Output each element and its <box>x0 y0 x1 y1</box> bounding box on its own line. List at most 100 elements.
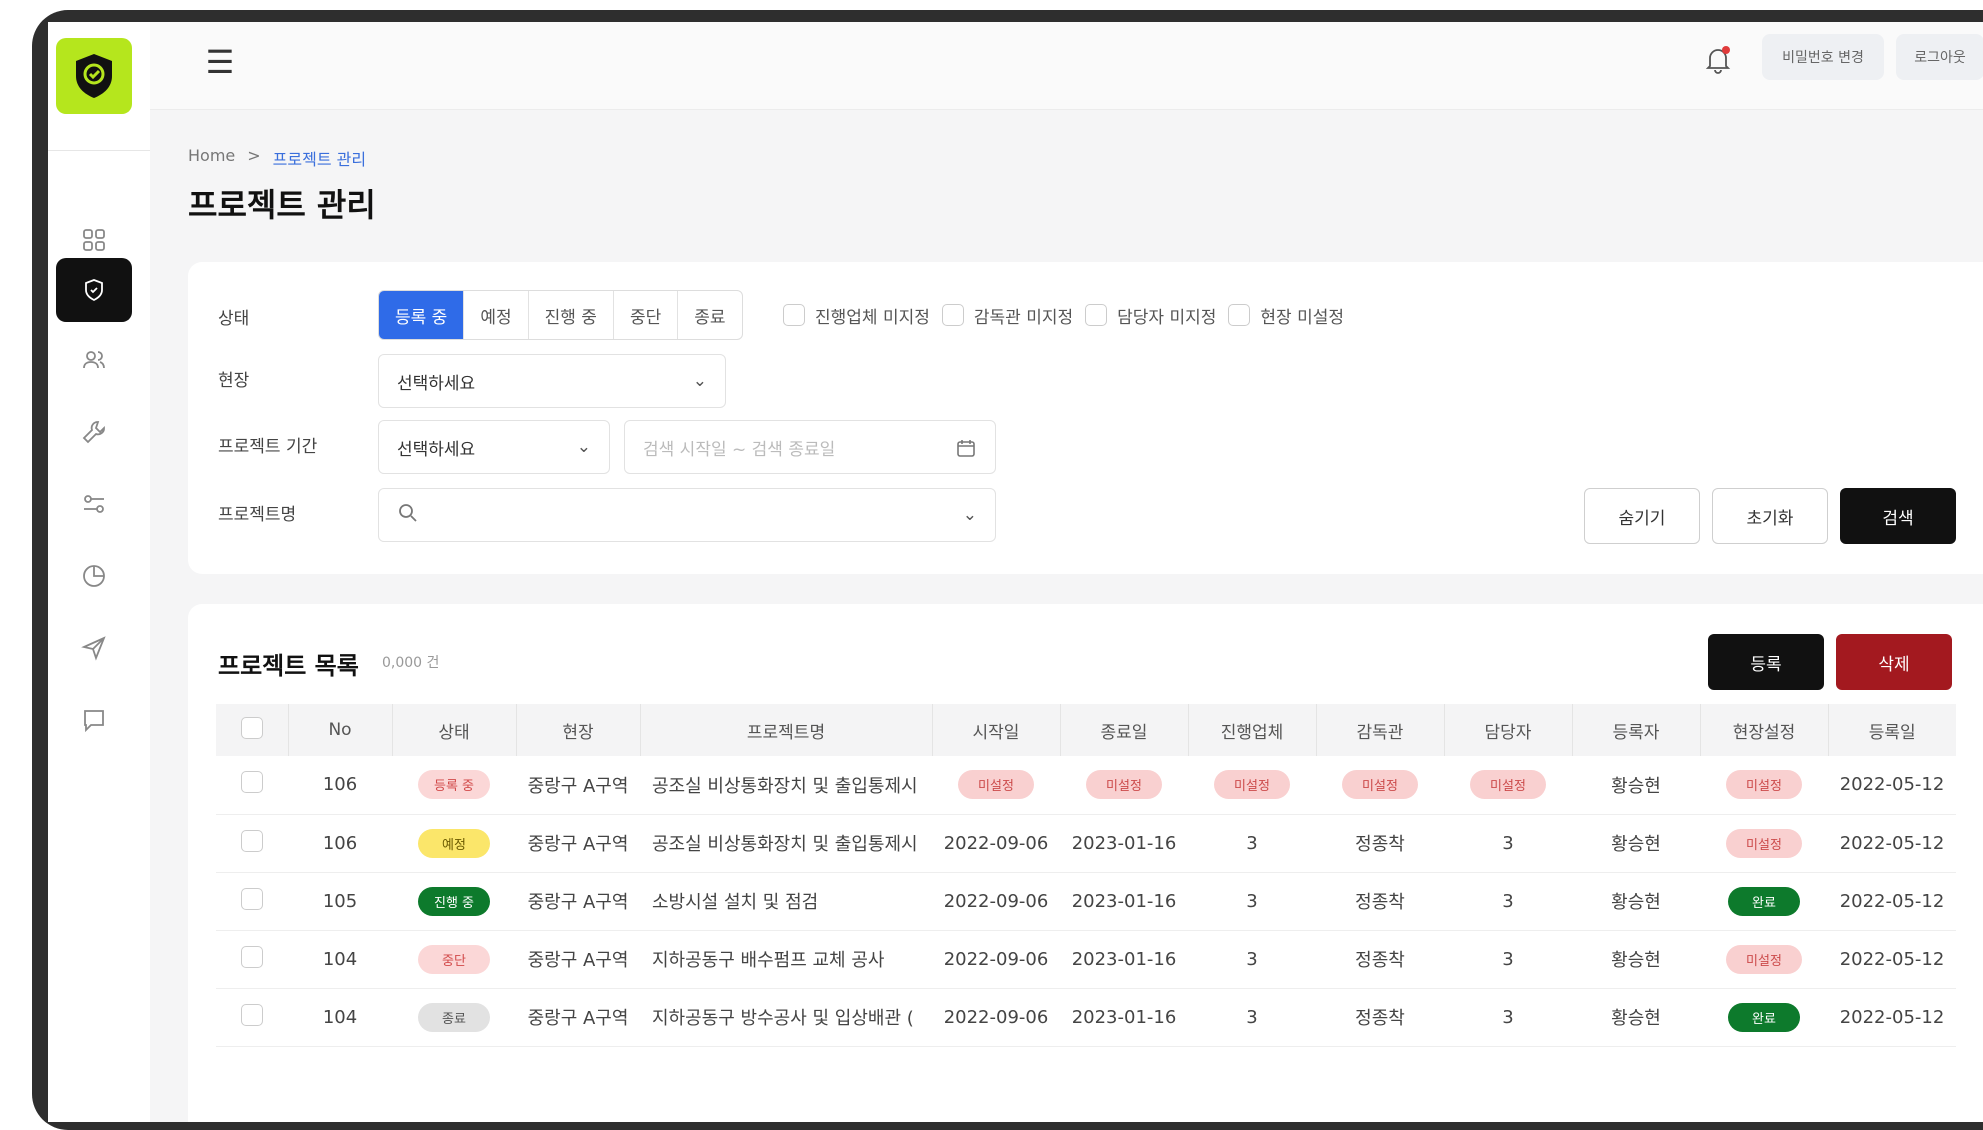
cell-text: 정종착 <box>1355 834 1405 855</box>
send-icon <box>81 636 106 661</box>
app-logo[interactable] <box>56 38 132 114</box>
status-option-finished[interactable]: 종료 <box>678 291 741 339</box>
cell-registrant: 황승현 <box>1572 872 1700 931</box>
unset-badge: 미설정 <box>1470 770 1546 800</box>
cell-no: 106 <box>288 756 392 815</box>
notification-bell-icon[interactable] <box>1698 40 1738 80</box>
hamburger-menu-icon[interactable]: ☰ <box>196 38 244 86</box>
unset-badge: 미설정 <box>1086 770 1162 800</box>
column-header[interactable]: 프로젝트명 <box>640 704 933 756</box>
nav-settings[interactable] <box>56 472 132 536</box>
nav-users[interactable] <box>56 328 132 392</box>
column-header[interactable]: 상태 <box>392 704 517 756</box>
status-option-in-progress[interactable]: 진행 중 <box>529 291 614 339</box>
hide-button[interactable]: 숨기기 <box>1584 488 1700 544</box>
breadcrumb-current[interactable]: 프로젝트 관리 <box>273 146 366 170</box>
date-range-input[interactable]: 검색 시작일 ~ 검색 종료일 <box>624 420 996 474</box>
checkbox-box[interactable] <box>783 304 805 326</box>
reset-button[interactable]: 초기화 <box>1712 488 1828 544</box>
cell-site: 중랑구 A구역 <box>516 756 640 815</box>
row-select-cell[interactable] <box>216 872 288 931</box>
cell-status: 등록 중 <box>392 756 516 815</box>
cell-text: 3 <box>1502 832 1514 854</box>
date-range-placeholder: 검색 시작일 ~ 검색 종료일 <box>643 439 836 460</box>
nav-messages[interactable] <box>56 616 132 680</box>
project-list-panel: 프로젝트 목록 0,000 건 등록 삭제 No 상태 현장 프로젝트명 시작일… <box>188 604 1983 1122</box>
column-header[interactable]: 등록일 <box>1828 704 1956 756</box>
nav-statistics[interactable] <box>56 544 132 608</box>
site-select[interactable]: 선택하세요 ⌄ <box>378 354 726 408</box>
row-checkbox[interactable] <box>241 771 263 794</box>
checkbox-box[interactable] <box>1228 304 1251 326</box>
calendar-icon[interactable] <box>955 437 977 464</box>
checkbox-no-site[interactable]: 현장 미설정 <box>1228 303 1344 328</box>
checkbox-box[interactable] <box>941 304 964 326</box>
pie-chart-icon <box>83 565 105 587</box>
row-select-cell[interactable] <box>216 756 288 815</box>
row-select-cell[interactable] <box>216 930 288 989</box>
cell-project-name[interactable]: 지하공동구 방수공사 및 입상배관 ( <box>640 988 932 1047</box>
row-checkbox[interactable] <box>241 945 263 968</box>
column-header[interactable]: 현장 <box>516 704 641 756</box>
checkbox-no-vendor[interactable]: 진행업체 미지정 <box>783 303 930 328</box>
cell-start: 2022-09-06 <box>932 872 1060 931</box>
table-row[interactable]: 106 예정 중랑구 A구역 공조실 비상통화장치 및 출입통제시 2022-0… <box>216 814 1956 873</box>
row-checkbox[interactable] <box>241 1003 263 1026</box>
checkbox-label: 진행업체 미지정 <box>815 307 930 328</box>
status-option-registering[interactable]: 등록 중 <box>379 291 465 339</box>
filter-panel: 상태 등록 중 예정 진행 중 중단 종료 진행업체 미지정 감독관 미지정 담… <box>188 262 1983 574</box>
cell-supervisor: 정종착 <box>1316 814 1444 873</box>
status-option-stopped[interactable]: 중단 <box>614 291 679 339</box>
nav-chat[interactable] <box>56 688 132 752</box>
table-row[interactable]: 106 등록 중 중랑구 A구역 공조실 비상통화장치 및 출입통제시 미설정 … <box>216 756 1956 815</box>
nav-projects[interactable] <box>56 258 132 322</box>
cell-project-name[interactable]: 소방시설 설치 및 점검 <box>640 872 932 931</box>
row-select-cell[interactable] <box>216 988 288 1047</box>
select-all-cell[interactable] <box>216 704 289 756</box>
unset-badge: 미설정 <box>1214 770 1290 800</box>
period-select[interactable]: 선택하세요 ⌄ <box>378 420 610 474</box>
search-button[interactable]: 검색 <box>1840 488 1956 544</box>
complete-badge: 완료 <box>1728 1002 1800 1032</box>
chat-icon <box>84 710 104 733</box>
column-header[interactable]: 현장설정 <box>1700 704 1829 756</box>
delete-button[interactable]: 삭제 <box>1836 634 1952 690</box>
status-badge: 진행 중 <box>418 886 490 916</box>
logout-button[interactable]: 로그아웃 <box>1896 34 1983 80</box>
checkbox-no-supervisor[interactable]: 감독관 미지정 <box>941 303 1073 328</box>
row-checkbox[interactable] <box>241 829 263 852</box>
cell-project-name[interactable]: 지하공동구 배수펌프 교체 공사 <box>640 930 932 989</box>
status-option-scheduled[interactable]: 예정 <box>464 291 529 339</box>
cell-supervisor: 정종착 <box>1316 988 1444 1047</box>
table-row[interactable]: 105 진행 중 중랑구 A구역 소방시설 설치 및 점검 2022-09-06… <box>216 872 1956 931</box>
row-select-cell[interactable] <box>216 814 288 873</box>
change-password-button[interactable]: 비밀번호 변경 <box>1762 34 1884 80</box>
column-header[interactable]: 등록자 <box>1572 704 1701 756</box>
column-header[interactable]: 진행업체 <box>1188 704 1317 756</box>
cell-site: 중랑구 A구역 <box>516 814 640 873</box>
cell-text: 2022-09-06 <box>943 890 1049 912</box>
breadcrumb-home[interactable]: Home <box>188 146 235 170</box>
column-header[interactable]: 담당자 <box>1444 704 1573 756</box>
column-header[interactable]: 시작일 <box>932 704 1061 756</box>
checkbox-no-manager[interactable]: 담당자 미지정 <box>1085 303 1216 328</box>
table-row[interactable]: 104 종료 중랑구 A구역 지하공동구 방수공사 및 입상배관 ( 2022-… <box>216 988 1956 1047</box>
cell-reg-date: 2022-05-12 <box>1828 756 1956 815</box>
column-header[interactable]: 종료일 <box>1060 704 1189 756</box>
row-checkbox[interactable] <box>241 887 263 910</box>
cell-no: 106 <box>288 814 392 873</box>
nav-maintenance[interactable] <box>56 400 132 464</box>
select-all-checkbox[interactable] <box>240 716 263 739</box>
project-name-search[interactable]: ⌄ <box>378 488 996 542</box>
checkbox-box[interactable] <box>1085 304 1108 326</box>
cell-project-name[interactable]: 공조실 비상통화장치 및 출입통제시 <box>640 814 932 873</box>
cell-project-name[interactable]: 공조실 비상통화장치 및 출입통제시 <box>640 756 932 815</box>
checkbox-label: 현장 미설정 <box>1260 307 1344 328</box>
cell-registrant: 황승현 <box>1572 988 1700 1047</box>
grid-icon <box>83 229 105 251</box>
topbar: ☰ 비밀번호 변경 로그아웃 <box>150 22 1983 110</box>
column-header[interactable]: No <box>288 704 393 756</box>
register-button[interactable]: 등록 <box>1708 634 1824 690</box>
table-row[interactable]: 104 중단 중랑구 A구역 지하공동구 배수펌프 교체 공사 2022-09-… <box>216 930 1956 989</box>
column-header[interactable]: 감독관 <box>1316 704 1445 756</box>
